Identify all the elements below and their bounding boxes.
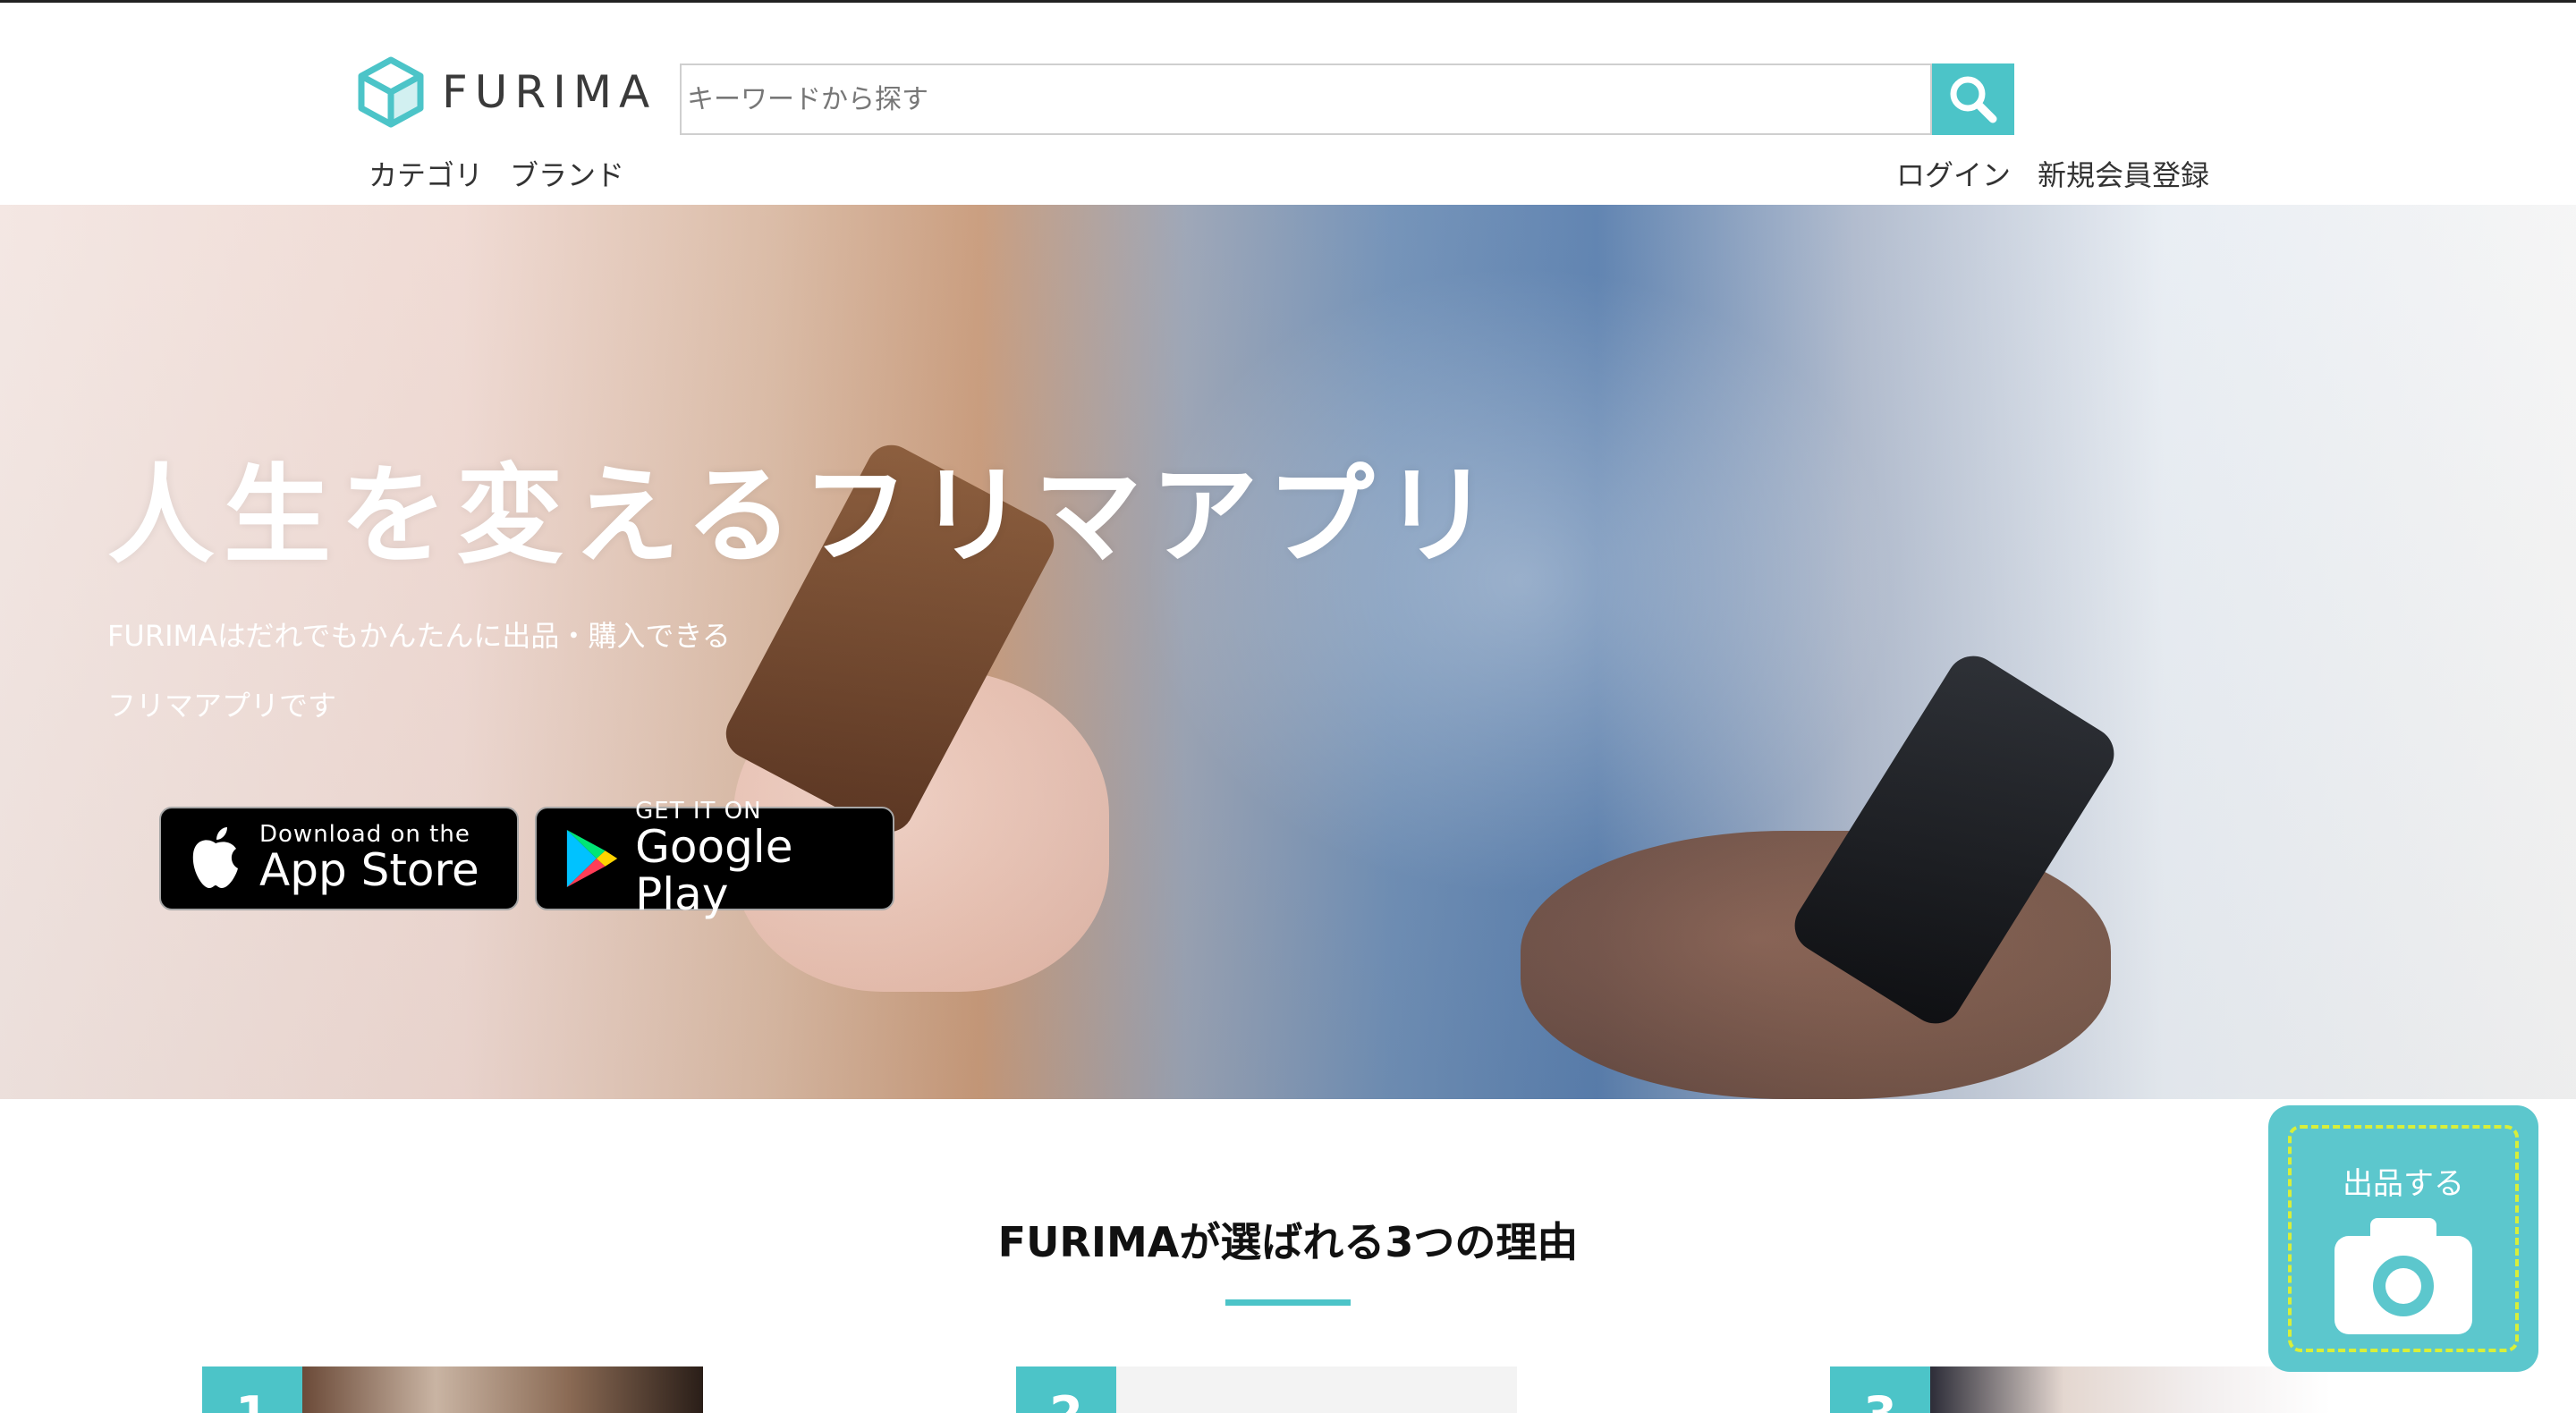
sell-button-label: 出品する xyxy=(2343,1166,2464,1202)
app-store-small-text: Download on the xyxy=(259,821,470,849)
hero-subtitle-line1: FURIMAはだれでもかんたんに出品・購入できる xyxy=(107,619,731,653)
search-button[interactable] xyxy=(1932,63,2014,135)
reasons-title: FURIMAが選ばれる3つの理由 xyxy=(997,1218,1579,1266)
site-header: FURIMA カテゴリ ブランド ログイン 新規会員登録 xyxy=(0,3,2576,205)
app-store-big-text: App Store xyxy=(259,844,479,897)
search-input[interactable] xyxy=(682,65,1930,133)
reason-image xyxy=(302,1366,703,1413)
google-play-icon xyxy=(566,829,618,888)
reason-card-2[interactable]: 2 xyxy=(1016,1366,1517,1413)
page: FURIMA カテゴリ ブランド ログイン 新規会員登録 人生を変えるフリマアプ… xyxy=(0,0,2576,1413)
app-store-button[interactable]: Download on the App Store xyxy=(159,807,519,910)
google-play-small-text: GET IT ON xyxy=(635,797,762,825)
apple-icon xyxy=(192,827,238,888)
hero-subtitle-line2: フリマアプリです xyxy=(107,689,337,723)
cube-logo-icon xyxy=(358,56,424,128)
nav-brand-link[interactable]: ブランド xyxy=(510,153,624,194)
login-link[interactable]: ログイン xyxy=(1896,153,2011,194)
search-box xyxy=(680,63,1932,135)
camera-icon xyxy=(2334,1218,2472,1334)
hero-title: 人生を変えるフリマアプリ xyxy=(107,453,1500,579)
reason-image xyxy=(1930,1366,2331,1413)
google-play-big-text: Google Play xyxy=(635,821,793,920)
nav-left: カテゴリ ブランド xyxy=(369,153,624,194)
nav-right: ログイン 新規会員登録 xyxy=(1896,153,2209,194)
reason-card-3[interactable]: 3 xyxy=(1830,1366,2331,1413)
reason-card-1[interactable]: 1 xyxy=(202,1366,703,1413)
signup-link[interactable]: 新規会員登録 xyxy=(2038,153,2209,194)
reason-number: 2 xyxy=(1016,1366,1116,1413)
logo[interactable]: FURIMA xyxy=(358,56,657,128)
search-icon xyxy=(1950,76,1997,123)
nav-category-link[interactable]: カテゴリ xyxy=(369,153,483,194)
google-play-button[interactable]: GET IT ON Google Play xyxy=(535,799,894,918)
logo-text: FURIMA xyxy=(442,66,657,118)
reason-number: 1 xyxy=(202,1366,302,1413)
reason-number: 3 xyxy=(1830,1366,1930,1413)
sell-button[interactable]: 出品する xyxy=(2268,1105,2538,1372)
hero-banner: 人生を変えるフリマアプリ FURIMAはだれでもかんたんに出品・購入できる フリ… xyxy=(0,205,2576,1099)
reason-image xyxy=(1116,1366,1517,1413)
reasons-title-underline xyxy=(1225,1299,1351,1306)
